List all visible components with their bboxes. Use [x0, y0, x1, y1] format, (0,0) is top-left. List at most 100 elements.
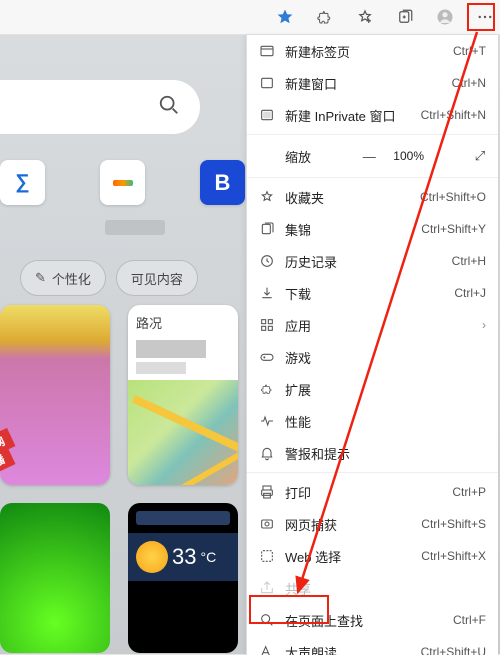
menu-label: Web 选择 [285, 547, 411, 566]
new-tab-icon [259, 43, 275, 59]
menu-label: 扩展 [285, 380, 486, 399]
menu-performance[interactable]: 性能 [247, 405, 498, 437]
menu-history[interactable]: 历史记录 Ctrl+H [247, 245, 498, 277]
feed-cards-row-2: 33 °C [0, 503, 238, 653]
puzzle-icon [259, 381, 275, 397]
more-icon[interactable] [476, 8, 494, 26]
menu-label: 游戏 [285, 348, 486, 367]
menu-label: 新建窗口 [285, 74, 442, 93]
pulse-icon [259, 413, 275, 429]
tile[interactable]: B [200, 160, 245, 205]
menu-shortcut: Ctrl+Shift+N [421, 108, 486, 122]
settings-and-more-menu: 新建标签页 Ctrl+T 新建窗口 Ctrl+N 新建 InPrivate 窗口… [246, 35, 498, 655]
map-thumbnail [128, 380, 238, 485]
menu-downloads[interactable]: 下载 Ctrl+J [247, 277, 498, 309]
favorites-toolbar-icon[interactable] [356, 8, 374, 26]
menu-label: 下载 [285, 284, 444, 303]
menu-collections[interactable]: 集锦 Ctrl+Shift+Y [247, 213, 498, 245]
menu-separator [247, 134, 498, 135]
feed-cards-row-1: 路况 [0, 305, 238, 485]
menu-label: 应用 [285, 316, 472, 335]
menu-separator [247, 472, 498, 473]
menu-label: 共享 [285, 579, 486, 598]
menu-label: 新建 InPrivate 窗口 [285, 106, 411, 125]
placeholder-bar [136, 362, 186, 374]
menu-games[interactable]: 游戏 [247, 341, 498, 373]
collections-icon [259, 221, 275, 237]
menu-read-aloud[interactable]: 大声朗读 Ctrl+Shift+U [247, 636, 498, 655]
menu-web-capture[interactable]: 网页捕获 Ctrl+Shift+S [247, 508, 498, 540]
menu-shortcut: Ctrl+T [453, 44, 486, 58]
menu-shortcut: Ctrl+P [452, 485, 486, 499]
tile[interactable]: ∑ [0, 160, 45, 205]
traffic-card[interactable]: 路况 [128, 305, 238, 485]
chevron-right-icon: › [482, 318, 486, 332]
menu-new-window[interactable]: 新建窗口 Ctrl+N [247, 67, 498, 99]
menu-shortcut: Ctrl+F [453, 613, 486, 627]
zoom-label: 缩放 [285, 147, 345, 166]
zoom-out-button[interactable]: — [361, 149, 377, 164]
tile[interactable] [100, 160, 145, 205]
read-aloud-icon [259, 644, 275, 655]
temperature: 33 [172, 544, 196, 570]
news-card[interactable] [0, 305, 110, 485]
menu-shortcut: Ctrl+Shift+O [420, 190, 486, 204]
menu-favorites[interactable]: 收藏夹 Ctrl+Shift+O [247, 181, 498, 213]
print-icon [259, 484, 275, 500]
chip-label: 个性化 [52, 269, 91, 288]
news-card[interactable] [0, 503, 110, 653]
menu-new-tab[interactable]: 新建标签页 Ctrl+T [247, 35, 498, 67]
menu-shortcut: Ctrl+Shift+S [421, 517, 486, 531]
menu-label: 在页面上查找 [285, 611, 443, 630]
menu-shortcut: Ctrl+Shift+X [421, 549, 486, 563]
sun-icon [136, 541, 168, 573]
chip-label: 可见内容 [131, 269, 183, 288]
menu-label: 新建标签页 [285, 42, 443, 61]
feed-chips: ✎ 个性化 可见内容 [20, 260, 198, 296]
personalize-chip[interactable]: ✎ 个性化 [20, 260, 106, 296]
menu-web-select[interactable]: Web 选择 Ctrl+Shift+X [247, 540, 498, 572]
download-icon [259, 285, 275, 301]
menu-label: 大声朗读 [285, 643, 411, 655]
bell-icon [259, 445, 275, 461]
search-box[interactable] [0, 80, 200, 134]
menu-print[interactable]: 打印 Ctrl+P [247, 476, 498, 508]
menu-new-inprivate[interactable]: 新建 InPrivate 窗口 Ctrl+Shift+N [247, 99, 498, 131]
fullscreen-icon[interactable]: ⤢ [472, 148, 488, 164]
placeholder-bar [136, 340, 206, 358]
menu-alerts[interactable]: 警报和提示 [247, 437, 498, 469]
menu-shortcut: Ctrl+H [452, 254, 486, 268]
profile-icon[interactable] [436, 8, 454, 26]
menu-find[interactable]: 在页面上查找 Ctrl+F [247, 604, 498, 636]
capture-icon [259, 516, 275, 532]
find-icon [259, 612, 275, 628]
collections-toolbar-icon[interactable] [396, 8, 414, 26]
menu-label: 收藏夹 [285, 188, 410, 207]
star-icon [259, 189, 275, 205]
placeholder-bar [105, 220, 165, 235]
menu-label: 历史记录 [285, 252, 442, 271]
menu-shortcut: Ctrl+Shift+Y [421, 222, 486, 236]
search-icon [158, 94, 180, 121]
card-title: 路况 [128, 305, 238, 336]
weather-row: 33 °C [128, 533, 238, 581]
weather-card[interactable]: 33 °C [128, 503, 238, 653]
apps-icon [259, 317, 275, 333]
extensions-toolbar-icon[interactable] [316, 8, 334, 26]
menu-label: 性能 [285, 412, 486, 431]
menu-label: 打印 [285, 483, 442, 502]
inprivate-icon [259, 107, 275, 123]
visible-content-chip[interactable]: 可见内容 [116, 260, 198, 296]
menu-shortcut: Ctrl+J [454, 286, 486, 300]
menu-label: 网页捕获 [285, 515, 411, 534]
select-icon [259, 548, 275, 564]
menu-extensions[interactable]: 扩展 [247, 373, 498, 405]
menu-share: 共享 [247, 572, 498, 604]
menu-separator [247, 177, 498, 178]
share-icon [259, 580, 275, 596]
quick-links: ∑ B [0, 160, 245, 205]
window-icon [259, 75, 275, 91]
star-icon[interactable] [276, 8, 294, 26]
menu-zoom: 缩放 — 100% + ⤢ [247, 138, 498, 174]
menu-apps[interactable]: 应用 › [247, 309, 498, 341]
